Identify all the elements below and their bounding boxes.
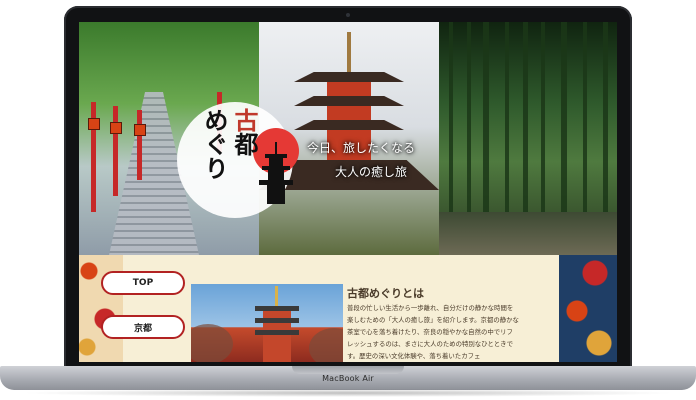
lantern-icon [134, 124, 146, 136]
lantern-icon [88, 118, 100, 130]
device-brand-label: MacBook Air [322, 374, 374, 383]
website-screen: 古都 めぐり 今日、旅したくなる 大人の癒し旅 TOP 京都 古都めぐりとは 普… [79, 22, 617, 362]
lantern-post [137, 110, 142, 180]
laptop-notch [292, 366, 404, 374]
tagline-line-2: 大人の癒し旅 [335, 165, 408, 179]
hero-tagline: 今日、旅したくなる 大人の癒し旅 [307, 136, 415, 184]
nav-item-top[interactable]: TOP [101, 271, 185, 295]
floral-decoration-right [559, 255, 617, 362]
hero-banner: 古都 めぐり 今日、旅したくなる 大人の癒し旅 [79, 22, 617, 255]
about-title: 古都めぐりとは [347, 287, 424, 300]
laptop-shadow [20, 389, 676, 397]
tagline-line-1: 今日、旅したくなる [307, 141, 416, 155]
site-logo[interactable]: 古都 めぐり [200, 108, 259, 180]
pagoda-silhouette-icon [259, 142, 293, 204]
nav-item-label: TOP [132, 278, 154, 288]
camera-icon [346, 13, 350, 17]
nav-item-kyoto[interactable]: 京都 [101, 315, 185, 339]
lantern-post [113, 106, 118, 196]
about-section: TOP 京都 古都めぐりとは 普段の忙しい生活から一歩離れ、自分だけの静かな時間… [79, 255, 617, 362]
nav-item-label: 京都 [133, 323, 152, 334]
hero-photo-bamboo [439, 22, 617, 255]
about-photo-pagoda [191, 284, 343, 362]
lantern-icon [110, 122, 122, 134]
about-description: 普段の忙しい生活から一歩離れ、自分だけの静かな時間を楽しむための「大人の癒し旅」… [347, 304, 519, 360]
